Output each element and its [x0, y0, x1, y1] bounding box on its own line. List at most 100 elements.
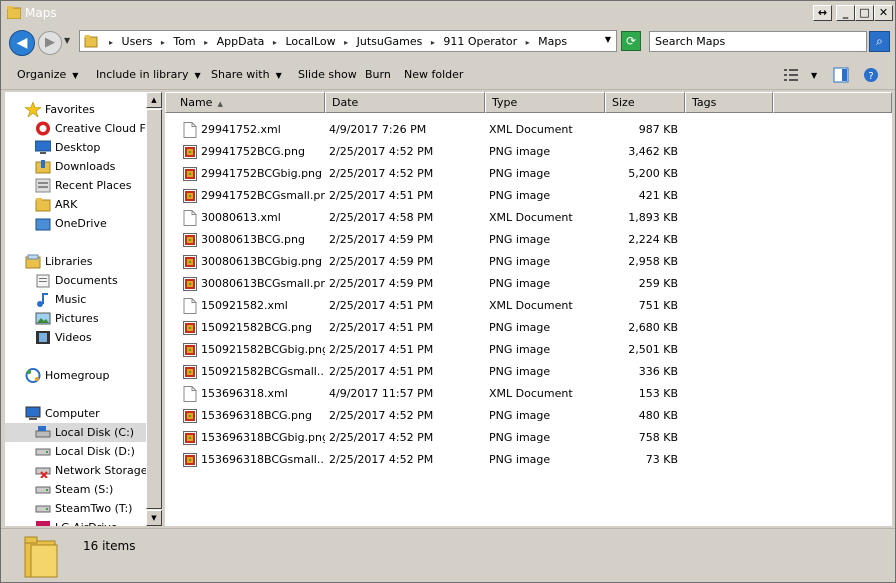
- view-options-dropdown[interactable]: ▼: [811, 71, 817, 80]
- file-row[interactable]: 153696318BCGbig.png 2/25/2017 4:52 PM PNG …: [165, 427, 892, 449]
- videos-icon: [36, 331, 50, 344]
- search-input[interactable]: Search Maps: [649, 31, 867, 52]
- nav-pictures[interactable]: Pictures: [5, 309, 146, 328]
- file-row[interactable]: 153696318BCG.png 2/25/2017 4:52 PM PNG ima…: [165, 405, 892, 427]
- nav-local-disk-c[interactable]: Local Disk (C:): [5, 423, 146, 442]
- forward-button[interactable]: ▶: [38, 31, 62, 55]
- change-view-icon[interactable]: [783, 67, 799, 83]
- column-header-size[interactable]: Size: [605, 92, 685, 113]
- file-size: 336 KB: [638, 365, 678, 378]
- breadcrumb-users[interactable]: Users: [122, 35, 153, 48]
- file-row[interactable]: 29941752BCG.png 2/25/2017 4:52 PM PNG imag…: [165, 141, 892, 163]
- nav-favorites[interactable]: Favorites: [5, 100, 146, 119]
- breadcrumb-maps[interactable]: Maps: [538, 35, 567, 48]
- file-row[interactable]: 30080613.xml 2/25/2017 4:58 PM XML Documen…: [165, 207, 892, 229]
- nav-label: Documents: [55, 274, 118, 287]
- breadcrumb-separator[interactable]: ▸: [526, 38, 530, 47]
- burn-button[interactable]: Burn: [365, 68, 391, 81]
- file-row[interactable]: 30080613BCGsmall.png 2/25/2017 4:59 PM PNG…: [165, 273, 892, 295]
- close-button[interactable]: ✕: [874, 5, 893, 21]
- address-bar[interactable]: ▸ Users ▸ Tom ▸ AppData ▸ LocalLow ▸ Jut…: [79, 30, 617, 52]
- file-size: 2,680 KB: [628, 321, 678, 334]
- column-header-type[interactable]: Type: [485, 92, 605, 113]
- breadcrumb-separator[interactable]: ▸: [344, 38, 348, 47]
- star-icon: [25, 102, 41, 117]
- breadcrumb-locallow[interactable]: LocalLow: [285, 35, 335, 48]
- breadcrumb-separator[interactable]: ▸: [109, 38, 113, 47]
- details-pane: 16 items: [1, 528, 895, 582]
- nav-onedrive[interactable]: OneDrive: [5, 214, 146, 233]
- file-type: XML Document: [489, 123, 573, 136]
- slide-show-button[interactable]: Slide show: [298, 68, 357, 81]
- back-button[interactable]: ◀: [9, 30, 35, 56]
- navigation-scrollbar[interactable]: ▲ ▼: [146, 92, 162, 526]
- file-row[interactable]: 150921582BCG.png 2/25/2017 4:51 PM PNG ima…: [165, 317, 892, 339]
- share-with-menu[interactable]: Share with ▼: [211, 68, 282, 81]
- scrollbar-thumb[interactable]: [146, 109, 162, 509]
- maximize-button[interactable]: □: [855, 5, 874, 21]
- file-row[interactable]: 29941752BCGsmall.png 2/25/2017 4:51 PM PNG…: [165, 185, 892, 207]
- nav-desktop[interactable]: Desktop: [5, 138, 146, 157]
- column-header-date[interactable]: Date: [325, 92, 485, 113]
- refresh-icon: ⟳: [625, 34, 637, 48]
- address-dropdown-icon[interactable]: ▼: [605, 35, 611, 44]
- breadcrumb-911-operator[interactable]: 911 Operator: [443, 35, 517, 48]
- nav-steam-s[interactable]: Steam (S:): [5, 480, 146, 499]
- nav-lg-airdrive[interactable]: LG AirDrive: [5, 518, 146, 526]
- nav-recent-places[interactable]: Recent Places: [5, 176, 146, 195]
- nav-creative-cloud[interactable]: Creative Cloud Files: [5, 119, 146, 138]
- nav-downloads[interactable]: Downloads: [5, 157, 146, 176]
- breadcrumb-tom[interactable]: Tom: [173, 35, 195, 48]
- file-name: 30080613BCGbig.png: [201, 255, 322, 268]
- nav-documents[interactable]: Documents: [5, 271, 146, 290]
- refresh-button[interactable]: ⟳: [621, 31, 641, 51]
- file-size: 2,958 KB: [628, 255, 678, 268]
- file-row[interactable]: 29941752.xml 4/9/2017 7:26 PM XML Document…: [165, 119, 892, 141]
- column-header-tags[interactable]: Tags: [685, 92, 773, 113]
- breadcrumb-separator[interactable]: ▸: [273, 38, 277, 47]
- breadcrumb-separator[interactable]: ▸: [204, 38, 208, 47]
- new-folder-button[interactable]: New folder: [404, 68, 463, 81]
- file-name: 153696318BCGsmall....: [201, 453, 325, 466]
- scroll-down-arrow-icon[interactable]: ▼: [146, 510, 162, 526]
- file-date: 2/25/2017 4:52 PM: [329, 431, 434, 444]
- file-row[interactable]: 150921582BCGbig.png 2/25/2017 4:51 PM PNG …: [165, 339, 892, 361]
- breadcrumb-jutsugames[interactable]: JutsuGames: [357, 35, 423, 48]
- breadcrumb-separator[interactable]: ▸: [161, 38, 165, 47]
- file-row[interactable]: 153696318.xml 4/9/2017 11:57 PM XML Docume…: [165, 383, 892, 405]
- nav-videos[interactable]: Videos: [5, 328, 146, 347]
- scroll-up-arrow-icon[interactable]: ▲: [146, 92, 162, 108]
- minimize-button[interactable]: _: [836, 5, 855, 21]
- nav-music[interactable]: Music: [5, 290, 146, 309]
- file-row[interactable]: 30080613BCG.png 2/25/2017 4:59 PM PNG imag…: [165, 229, 892, 251]
- file-size: 73 KB: [645, 453, 678, 466]
- folder-icon: [7, 6, 21, 19]
- help-icon[interactable]: ?: [863, 67, 879, 83]
- include-in-library-menu[interactable]: Include in library ▼: [96, 68, 201, 81]
- nav-ark[interactable]: ARK: [5, 195, 146, 214]
- file-size: 1,893 KB: [628, 211, 678, 224]
- explorer-window: Maps ↔ _ □ ✕ ◀ ▶ ▼ ▸ Users ▸ Tom ▸ AppDa…: [0, 0, 896, 583]
- file-row[interactable]: 153696318BCGsmall.... 2/25/2017 4:52 PM PN…: [165, 449, 892, 471]
- nav-libraries[interactable]: Libraries: [5, 252, 146, 271]
- breadcrumb-separator[interactable]: ▸: [431, 38, 435, 47]
- search-button[interactable]: ⌕: [869, 31, 890, 52]
- file-row[interactable]: 150921582.xml 2/25/2017 4:51 PM XML Docume…: [165, 295, 892, 317]
- nav-computer[interactable]: Computer: [5, 404, 146, 423]
- file-size: 153 KB: [638, 387, 678, 400]
- preview-pane-icon[interactable]: [833, 67, 849, 83]
- snap-button[interactable]: ↔: [813, 5, 832, 21]
- column-header-name[interactable]: Name ▲: [165, 92, 325, 113]
- nav-network-storage[interactable]: Network Storage (W:): [5, 461, 146, 480]
- nav-homegroup[interactable]: Homegroup: [5, 366, 146, 385]
- nav-label: Local Disk (C:): [55, 426, 135, 439]
- nav-local-disk-d[interactable]: Local Disk (D:): [5, 442, 146, 461]
- file-row[interactable]: 150921582BCGsmall.... 2/25/2017 4:51 PM PN…: [165, 361, 892, 383]
- breadcrumb-appdata[interactable]: AppData: [217, 35, 265, 48]
- nav-steamtwo-t[interactable]: SteamTwo (T:): [5, 499, 146, 518]
- organize-menu[interactable]: Organize ▼: [17, 68, 78, 81]
- file-row[interactable]: 30080613BCGbig.png 2/25/2017 4:59 PM PNG i…: [165, 251, 892, 273]
- breadcrumb: ▸ Users ▸ Tom ▸ AppData ▸ LocalLow ▸ Jut…: [104, 35, 567, 48]
- recent-pages-dropdown[interactable]: ▼: [64, 36, 74, 48]
- file-row[interactable]: 29941752BCGbig.png 2/25/2017 4:52 PM PNG i…: [165, 163, 892, 185]
